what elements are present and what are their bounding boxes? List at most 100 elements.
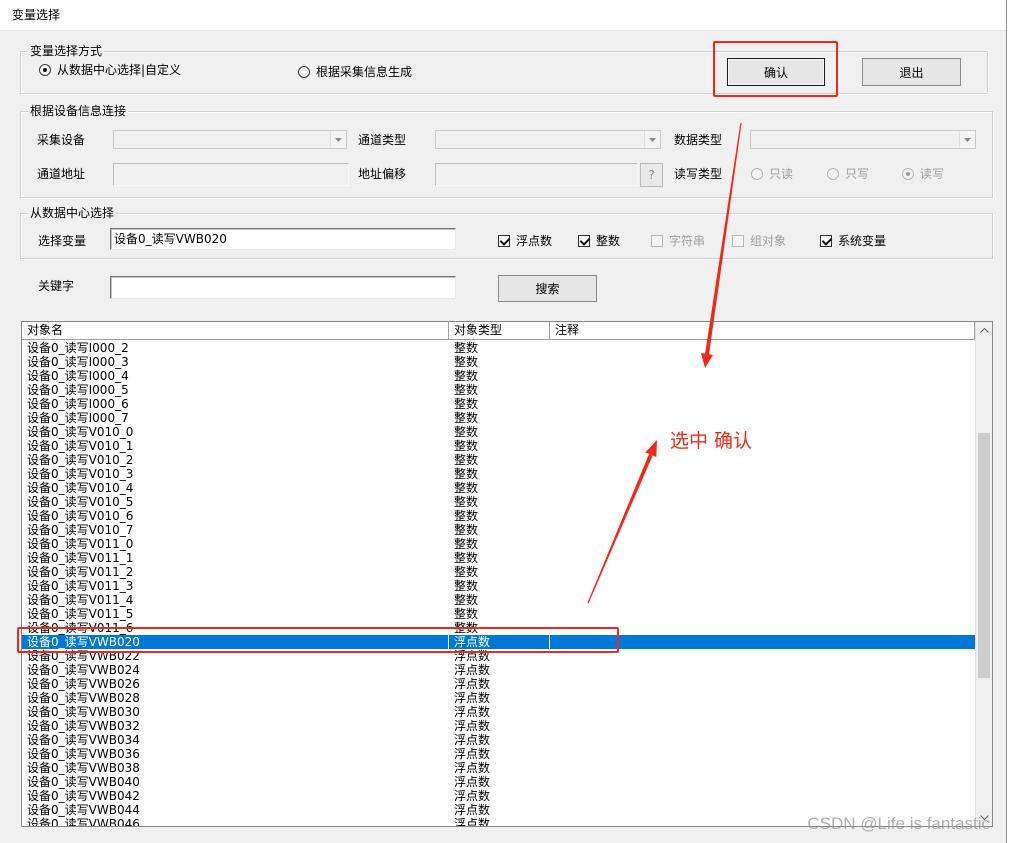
row-object-type: 整数 xyxy=(454,579,479,593)
checkbox-indicator xyxy=(498,235,510,247)
list-row[interactable]: 设备0_读写V010_7 整数 xyxy=(22,523,975,537)
list-row[interactable]: 设备0_读写VWB042 浮点数 xyxy=(22,789,975,803)
help-button-label: ? xyxy=(648,168,655,182)
list-row[interactable]: 设备0_读写V010_6 整数 xyxy=(22,509,975,523)
row-object-type: 浮点数 xyxy=(454,789,491,803)
list-row[interactable]: 设备0_读写V011_4 整数 xyxy=(22,593,975,607)
list-row[interactable]: 设备0_读写V011_0 整数 xyxy=(22,537,975,551)
list-row[interactable]: 设备0_读写V010_4 整数 xyxy=(22,481,975,495)
row-object-type: 整数 xyxy=(454,439,479,453)
row-object-type: 整数 xyxy=(454,621,479,635)
row-object-name: 设备0_读写V010_5 xyxy=(27,495,134,509)
row-object-type: 整数 xyxy=(454,523,479,537)
list-row[interactable]: 设备0_读写VWB036 浮点数 xyxy=(22,747,975,761)
scroll-thumb[interactable] xyxy=(978,433,990,678)
row-object-name: 设备0_读写VWB040 xyxy=(27,775,140,789)
radio-read-write[interactable]: 读写 xyxy=(902,167,944,181)
list-row[interactable]: 设备0_读写VWB028 浮点数 xyxy=(22,691,975,705)
row-object-type: 浮点数 xyxy=(454,775,491,789)
row-object-name: 设备0_读写I000_4 xyxy=(27,369,129,383)
list-row[interactable]: 设备0_读写VWB022 浮点数 xyxy=(22,649,975,663)
list-row[interactable]: 设备0_读写V010_0 整数 xyxy=(22,425,975,439)
annotation-note: 选中 确认 xyxy=(670,430,753,452)
list-row[interactable]: 设备0_读写V011_3 整数 xyxy=(22,579,975,593)
filter-integer-checkbox[interactable]: 整数 xyxy=(578,234,620,248)
list-row[interactable]: 设备0_读写V010_2 整数 xyxy=(22,453,975,467)
list-row[interactable]: 设备0_读写VWB034 浮点数 xyxy=(22,733,975,747)
list-row[interactable]: 设备0_读写I000_6 整数 xyxy=(22,397,975,411)
chevron-up-icon xyxy=(979,328,989,333)
list-row[interactable]: 设备0_读写VWB032 浮点数 xyxy=(22,719,975,733)
list-row[interactable]: 设备0_读写V011_6 整数 xyxy=(22,621,975,635)
row-object-name: 设备0_读写VWB026 xyxy=(27,677,140,691)
list-row[interactable]: 设备0_读写VWB026 浮点数 xyxy=(22,677,975,691)
device-info-group: 根据设备信息连接 采集设备 通道类型 数据类型 通道地址 地址偏移 ? 读写类型… xyxy=(20,104,993,198)
confirm-button[interactable]: 确认 xyxy=(727,58,825,86)
select-variable-field[interactable]: 设备0_读写VWB020 xyxy=(110,228,456,250)
list-row[interactable]: 设备0_读写V010_5 整数 xyxy=(22,495,975,509)
row-object-type: 浮点数 xyxy=(454,663,491,677)
row-object-type: 整数 xyxy=(454,397,479,411)
data-type-label: 数据类型 xyxy=(674,133,723,147)
row-object-type: 整数 xyxy=(454,593,479,607)
keyword-input[interactable] xyxy=(110,276,456,299)
row-object-type: 浮点数 xyxy=(454,719,491,733)
vertical-scrollbar[interactable] xyxy=(975,322,992,826)
column-header-comment[interactable]: 注释 xyxy=(550,322,975,339)
channel-address-field[interactable] xyxy=(113,163,349,186)
scroll-up-button[interactable] xyxy=(976,322,992,339)
radio-label: 读写 xyxy=(920,167,945,181)
list-row[interactable]: 设备0_读写I000_3 整数 xyxy=(22,355,975,369)
row-object-name: 设备0_读写VWB044 xyxy=(27,803,140,817)
list-row[interactable]: 设备0_读写V010_3 整数 xyxy=(22,467,975,481)
column-header-object-type[interactable]: 对象类型 xyxy=(449,322,550,339)
checkbox-indicator xyxy=(732,235,744,247)
list-row[interactable]: 设备0_读写VWB040 浮点数 xyxy=(22,775,975,789)
row-object-name: 设备0_读写V011_5 xyxy=(27,607,134,621)
address-offset-help-button[interactable]: ? xyxy=(640,163,663,187)
list-row[interactable]: 设备0_读写VWB024 浮点数 xyxy=(22,663,975,677)
collect-device-select[interactable] xyxy=(113,130,347,149)
list-row[interactable]: 设备0_读写VWB030 浮点数 xyxy=(22,705,975,719)
list-row[interactable]: 设备0_读写I000_7 整数 xyxy=(22,411,975,425)
rw-type-label: 读写类型 xyxy=(674,167,723,181)
row-object-type: 浮点数 xyxy=(454,635,491,649)
search-button[interactable]: 搜索 xyxy=(498,275,597,302)
filter-system-variable-checkbox[interactable]: 系统变量 xyxy=(820,234,886,248)
row-object-name: 设备0_读写VWB046 xyxy=(27,817,140,826)
window-border xyxy=(1006,0,1007,843)
row-object-name: 设备0_读写V011_1 xyxy=(27,551,134,565)
row-object-name: 设备0_读写VWB024 xyxy=(27,663,140,677)
data-type-select[interactable] xyxy=(750,130,976,149)
list-row[interactable]: 设备0_读写I000_5 整数 xyxy=(22,383,975,397)
select-variable-label: 选择变量 xyxy=(38,234,87,248)
list-row[interactable]: 设备0_读写VWB038 浮点数 xyxy=(22,761,975,775)
column-header-object-name[interactable]: 对象名 xyxy=(22,322,449,339)
datacenter-group: 从数据中心选择 选择变量 设备0_读写VWB020 浮点数 整数 字符串 组对象… xyxy=(20,206,993,259)
row-object-type: 整数 xyxy=(454,509,479,523)
channel-type-select[interactable] xyxy=(435,130,661,149)
row-object-name: 设备0_读写I000_6 xyxy=(27,397,129,411)
list-row[interactable]: 设备0_读写I000_2 整数 xyxy=(22,341,975,355)
list-row[interactable]: 设备0_读写VWB020 浮点数 xyxy=(22,635,975,649)
list-row[interactable]: 设备0_读写V011_2 整数 xyxy=(22,565,975,579)
object-list[interactable]: 对象名 对象类型 注释 设备0_读写I000_2 整数 设备0_读写I000_3 整数… xyxy=(21,321,993,827)
checkbox-label: 浮点数 xyxy=(516,234,553,248)
list-row[interactable]: 设备0_读写V010_1 整数 xyxy=(22,439,975,453)
list-row[interactable]: 设备0_读写V011_1 整数 xyxy=(22,551,975,565)
filter-group-object-checkbox[interactable]: 组对象 xyxy=(732,234,786,248)
radio-from-datacenter[interactable]: 从数据中心选择|自定义 xyxy=(39,63,181,77)
row-object-type: 浮点数 xyxy=(454,747,491,761)
filter-string-checkbox[interactable]: 字符串 xyxy=(651,234,705,248)
address-offset-field[interactable] xyxy=(435,163,638,186)
group-legend-datacenter: 从数据中心选择 xyxy=(28,206,117,220)
filter-float-checkbox[interactable]: 浮点数 xyxy=(498,234,552,248)
row-object-type: 整数 xyxy=(454,537,479,551)
radio-write-only[interactable]: 只写 xyxy=(827,167,869,181)
radio-from-collect-info[interactable]: 根据采集信息生成 xyxy=(298,65,412,79)
exit-button[interactable]: 退出 xyxy=(862,58,961,86)
radio-read-only[interactable]: 只读 xyxy=(751,167,793,181)
list-row[interactable]: 设备0_读写I000_4 整数 xyxy=(22,369,975,383)
list-row[interactable]: 设备0_读写V011_5 整数 xyxy=(22,607,975,621)
radio-indicator xyxy=(827,168,839,180)
